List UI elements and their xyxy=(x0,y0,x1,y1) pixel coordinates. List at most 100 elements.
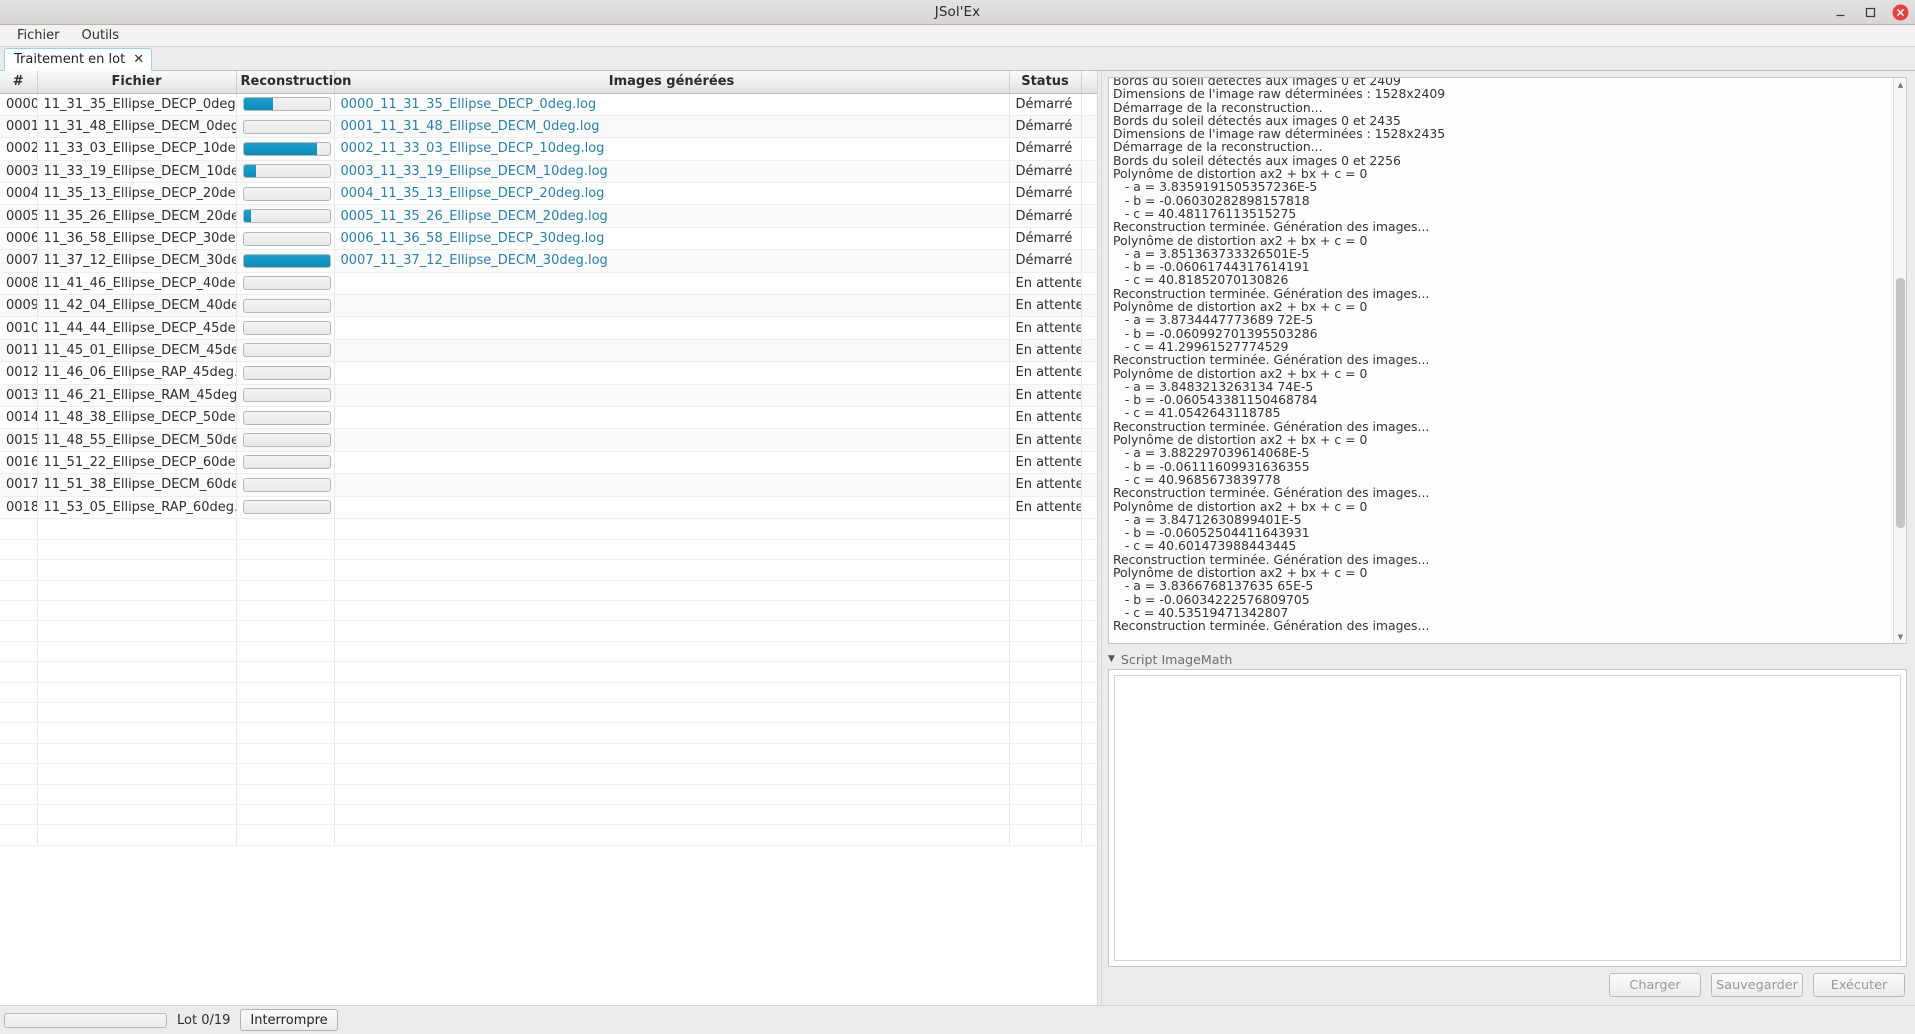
row-reconstruction-cell xyxy=(236,362,334,384)
batch-table-body: 000011_31_35_Ellipse_DECP_0deg.ser0000_1… xyxy=(0,93,1097,518)
row-reconstruction-cell xyxy=(236,339,334,361)
table-row[interactable]: 000911_42_04_Ellipse_DECM_40deg.ser En at… xyxy=(0,295,1097,317)
table-row[interactable]: 000011_31_35_Ellipse_DECP_0deg.ser0000_1… xyxy=(0,93,1097,115)
save-button[interactable]: Sauvegarder xyxy=(1711,973,1803,997)
log-scrollbar-thumb[interactable] xyxy=(1896,278,1905,528)
row-status: Démarré xyxy=(1009,160,1081,182)
execute-button[interactable]: Exécuter xyxy=(1813,973,1905,997)
table-row[interactable]: 000811_41_46_Ellipse_DECP_40deg.serEn at… xyxy=(0,272,1097,294)
row-reconstruction-cell xyxy=(236,160,334,182)
column-header-index[interactable]: # xyxy=(0,71,37,93)
load-button[interactable]: Charger xyxy=(1609,973,1701,997)
row-spacer xyxy=(1081,406,1097,428)
menu-item-outils[interactable]: Outils xyxy=(73,26,129,45)
row-status: En attente xyxy=(1009,295,1081,317)
row-filename: 11_35_13_Ellipse_DECP_20deg.ser xyxy=(37,183,236,205)
scroll-down-icon[interactable]: ▼ xyxy=(1894,630,1907,643)
row-index: 0012 xyxy=(0,362,37,384)
row-spacer xyxy=(1081,272,1097,294)
scroll-up-icon[interactable]: ▲ xyxy=(1894,78,1907,91)
column-header-file[interactable]: Fichier xyxy=(37,71,236,93)
reconstruction-progress-bar xyxy=(243,478,331,492)
row-reconstruction-cell xyxy=(236,474,334,496)
row-filename: 11_36_58_Ellipse_DECP_30deg.ser xyxy=(37,227,236,249)
row-filename: 11_37_12_Ellipse_DECM_30deg.ser xyxy=(37,250,236,272)
row-filename: 11_48_38_Ellipse_DECP_50deg.ser xyxy=(37,406,236,428)
table-row[interactable]: 001611_51_22_Ellipse_DECP_60deg.serEn at… xyxy=(0,451,1097,473)
reconstruction-progress-bar xyxy=(243,164,331,178)
row-status: Démarré xyxy=(1009,115,1081,137)
column-header-generated-images[interactable]: Images générées xyxy=(334,71,1009,93)
generated-log-link[interactable]: 0001_11_31_48_Ellipse_DECM_0deg.log xyxy=(341,119,600,134)
reconstruction-progress-bar xyxy=(243,97,331,111)
generated-log-link[interactable]: 0007_11_37_12_Ellipse_DECM_30deg.log xyxy=(341,253,608,268)
generated-log-link[interactable]: 0002_11_33_03_Ellipse_DECP_10deg.log xyxy=(341,141,605,156)
row-status: En attente xyxy=(1009,339,1081,361)
imagemath-header[interactable]: ▼ Script ImageMath xyxy=(1108,649,1907,669)
row-index: 0007 xyxy=(0,250,37,272)
generated-log-link[interactable]: 0000_11_31_35_Ellipse_DECP_0deg.log xyxy=(341,97,597,112)
reconstruction-progress-bar xyxy=(243,209,331,223)
table-row[interactable]: 000111_31_48_Ellipse_DECM_0deg.ser0001_1… xyxy=(0,115,1097,137)
row-index: 0009 xyxy=(0,295,37,317)
batch-table-filler xyxy=(0,519,1097,1005)
reconstruction-progress-bar xyxy=(243,187,331,201)
row-filename: 11_46_21_Ellipse_RAM_45deg.ser xyxy=(37,384,236,406)
minimize-button[interactable] xyxy=(1832,4,1849,21)
row-spacer xyxy=(1081,205,1097,227)
table-row[interactable]: 001511_48_55_Ellipse_DECM_50deg.serEn at… xyxy=(0,429,1097,451)
row-generated-images-cell xyxy=(334,496,1009,518)
empty-row xyxy=(0,519,1097,539)
column-header-status[interactable]: Status xyxy=(1009,71,1081,93)
empty-row xyxy=(0,784,1097,804)
column-header-reconstruction[interactable]: Reconstruction xyxy=(236,71,334,93)
row-status: En attente xyxy=(1009,317,1081,339)
table-row[interactable]: 000711_37_12_Ellipse_DECM_30deg.ser 0007_… xyxy=(0,250,1097,272)
row-spacer xyxy=(1081,339,1097,361)
table-row[interactable]: 000211_33_03_Ellipse_DECP_10deg.ser0002_… xyxy=(0,138,1097,160)
window-controls xyxy=(1832,0,1909,25)
generated-log-link[interactable]: 0004_11_35_13_Ellipse_DECP_20deg.log xyxy=(341,186,605,201)
table-row[interactable]: 001311_46_21_Ellipse_RAM_45deg.serEn att… xyxy=(0,384,1097,406)
row-index: 0010 xyxy=(0,317,37,339)
row-status: En attente xyxy=(1009,272,1081,294)
table-row[interactable]: 001811_53_05_Ellipse_RAP_60deg.serEn att… xyxy=(0,496,1097,518)
row-reconstruction-cell xyxy=(236,317,334,339)
row-status: Démarré xyxy=(1009,227,1081,249)
table-row[interactable]: 000611_36_58_Ellipse_DECP_30deg.ser0006_… xyxy=(0,227,1097,249)
empty-row xyxy=(0,539,1097,559)
menu-item-fichier[interactable]: Fichier xyxy=(8,26,69,45)
row-index: 0013 xyxy=(0,384,37,406)
maximize-button[interactable] xyxy=(1862,4,1879,21)
row-reconstruction-cell xyxy=(236,272,334,294)
row-filename: 11_35_26_Ellipse_DECM_20deg.ser xyxy=(37,205,236,227)
row-spacer xyxy=(1081,115,1097,137)
table-row[interactable]: 000511_35_26_Ellipse_DECM_20deg.ser0005_… xyxy=(0,205,1097,227)
reconstruction-progress-bar xyxy=(243,120,331,134)
batch-progress-label: Lot 0/19 xyxy=(177,1013,230,1028)
row-generated-images-cell xyxy=(334,429,1009,451)
row-generated-images-cell xyxy=(334,451,1009,473)
imagemath-script-input[interactable] xyxy=(1114,675,1901,961)
table-row[interactable]: 001411_48_38_Ellipse_DECP_50deg.serEn at… xyxy=(0,406,1097,428)
interrupt-button[interactable]: Interrompre xyxy=(240,1009,337,1031)
row-status: En attente xyxy=(1009,362,1081,384)
row-filename: 11_42_04_Ellipse_DECM_40deg.ser xyxy=(37,295,236,317)
table-row[interactable]: 000311_33_19_Ellipse_DECM_10deg.ser0003_… xyxy=(0,160,1097,182)
generated-log-link[interactable]: 0006_11_36_58_Ellipse_DECP_30deg.log xyxy=(341,231,605,246)
table-row[interactable]: 001111_45_01_Ellipse_DECM_45deg.serEn at… xyxy=(0,339,1097,361)
table-row[interactable]: 001211_46_06_Ellipse_RAP_45deg.serEn att… xyxy=(0,362,1097,384)
table-header-row: # Fichier Reconstruction Images générées… xyxy=(0,71,1097,93)
table-row[interactable]: 000411_35_13_Ellipse_DECP_20deg.ser0004_… xyxy=(0,183,1097,205)
generated-log-link[interactable]: 0003_11_33_19_Ellipse_DECM_10deg.log xyxy=(341,164,608,179)
log-scrollbar[interactable]: ▲ ▼ xyxy=(1893,78,1906,643)
tab-close-icon[interactable]: ✕ xyxy=(133,53,144,66)
close-button[interactable] xyxy=(1892,4,1909,21)
batch-table: # Fichier Reconstruction Images générées… xyxy=(0,71,1097,519)
table-row[interactable]: 001711_51_38_Ellipse_DECM_60deg.serEn at… xyxy=(0,474,1097,496)
table-row[interactable]: 001011_44_44_Ellipse_DECP_45deg.serEn at… xyxy=(0,317,1097,339)
generated-log-link[interactable]: 0005_11_35_26_Ellipse_DECM_20deg.log xyxy=(341,209,608,224)
batch-progress-bar xyxy=(4,1013,167,1028)
chevron-down-icon[interactable]: ▼ xyxy=(1108,654,1115,664)
tab-traitement-en-lot[interactable]: Traitement en lot ✕ xyxy=(4,48,152,71)
